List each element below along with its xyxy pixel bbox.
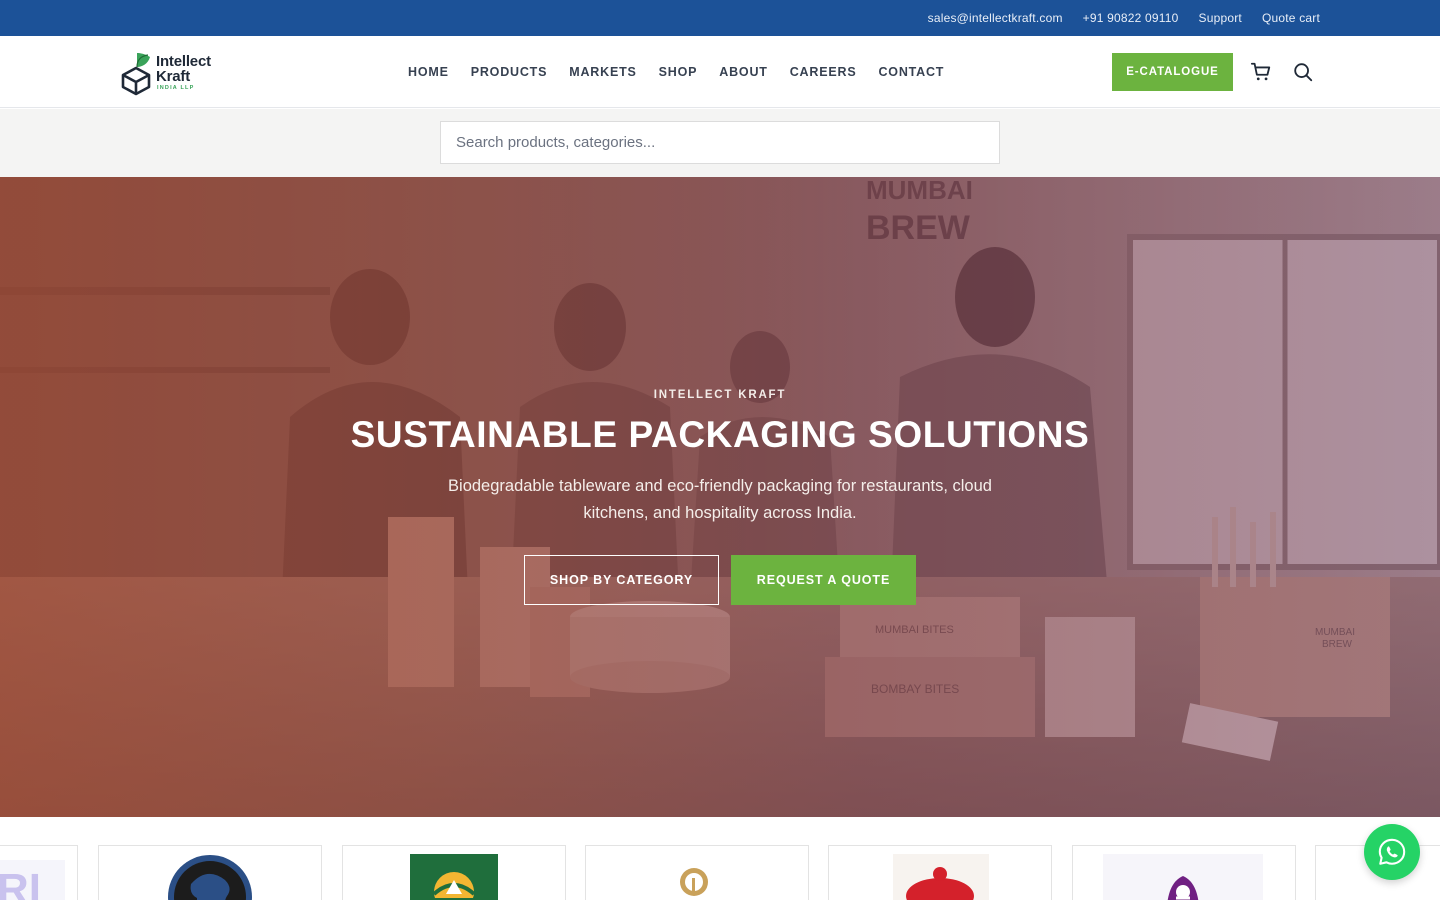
client-card [1072,845,1296,900]
search-band [0,109,1440,177]
nav-item-contact[interactable]: CONTACT [878,65,944,79]
topbar-phone-link[interactable]: +91 90822 09110 [1083,11,1179,25]
client-logo-reliance [680,868,708,896]
search-icon [1294,63,1313,82]
nav-item-products[interactable]: PRODUCTS [471,65,548,79]
nav-item-shop[interactable]: SHOP [659,65,698,79]
svg-text:RI: RI [0,865,41,900]
client-logo-partial: RI [0,860,65,900]
logo-text: Intellect Kraft INDIA LLP [156,54,211,92]
whatsapp-chat-button[interactable] [1364,824,1420,880]
topbar-email-link[interactable]: sales@intellectkraft.com [928,11,1063,25]
logo-word-2: Kraft [156,68,191,86]
client-card: RI [0,845,78,900]
e-catalogue-button[interactable]: E-CATALOGUE [1112,53,1233,91]
client-card [828,845,1052,900]
client-card [98,845,322,900]
client-card [342,845,566,900]
hero-section: MUMBAI BREW MUMBAI BITES BOMBAY BITES MU… [0,177,1440,817]
topbar-quote-cart-link[interactable]: Quote cart [1262,11,1320,25]
nav-item-about[interactable]: ABOUT [719,65,767,79]
site-logo[interactable]: Intellect Kraft INDIA LLP [120,48,230,98]
client-logo-trunkobrt [410,854,498,900]
cart-button[interactable] [1249,60,1273,84]
nav-item-home[interactable]: HOME [408,65,449,79]
request-quote-button[interactable]: REQUEST A QUOTE [731,555,916,605]
site-header: Intellect Kraft INDIA LLP HOME PRODUCTS … [0,36,1440,108]
whatsapp-icon [1378,838,1406,865]
hero-eyebrow: INTELLECT KRAFT [653,389,787,401]
client-logo-strip: RI [0,817,1440,900]
client-card [585,845,809,900]
hero-title: SUSTAINABLE PACKAGING SOLUTIONS [350,414,1090,455]
logo-tagline: INDIA LLP [157,85,195,92]
main-nav: HOME PRODUCTS MARKETS SHOP ABOUT CAREERS… [408,36,944,108]
nav-item-careers[interactable]: CAREERS [790,65,857,79]
client-logo-taco-bell [1103,854,1263,900]
hero-content: INTELLECT KRAFT SUSTAINABLE PACKAGING SO… [0,177,1440,817]
nav-item-markets[interactable]: MARKETS [569,65,636,79]
client-logo-haldirams [893,854,989,900]
box-with-leaf-icon [121,53,151,96]
product-search-input[interactable] [440,121,1000,164]
hero-subtitle: Biodegradable tableware and eco-friendly… [448,477,992,522]
logo-word-1: Intellect [156,53,211,71]
top-bar: sales@intellectkraft.com +91 90822 09110… [0,0,1440,36]
shop-by-category-button[interactable]: SHOP BY CATEGORY [524,555,719,605]
cart-icon [1250,62,1271,81]
search-button[interactable] [1291,60,1315,84]
topbar-links: sales@intellectkraft.com +91 90822 09110… [928,0,1320,36]
client-logo-elephant [168,855,252,900]
topbar-support-link[interactable]: Support [1199,11,1242,25]
